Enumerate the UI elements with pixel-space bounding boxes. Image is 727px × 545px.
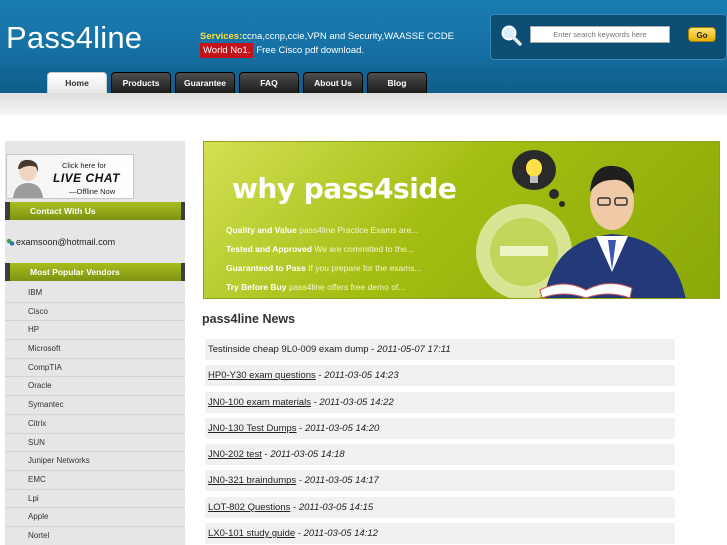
vendor-item[interactable]: Symantec bbox=[5, 396, 185, 415]
news-date: 2011-03-05 14:23 bbox=[324, 370, 399, 382]
news-date: 2011-03-05 14:22 bbox=[319, 396, 394, 408]
banner-line-heading: Guaranteed to Pass bbox=[226, 263, 306, 273]
live-chat-line1: Click here for bbox=[62, 161, 107, 170]
search-box: Go bbox=[490, 14, 727, 60]
services-label: Services: bbox=[200, 31, 243, 42]
live-chat-line2: LIVE CHAT bbox=[53, 171, 120, 185]
vendor-item[interactable]: Microsoft bbox=[5, 340, 185, 359]
services-text: ccna,ccnp,ccie,VPN and Security,WAASSE C… bbox=[242, 31, 454, 42]
banner-line: Quality and Value pass4line Practice Exa… bbox=[226, 225, 418, 235]
news-item: LOT-802 Questions - 2011-03-05 14:15 bbox=[205, 496, 675, 518]
tagline: World No1. Free Cisco pdf download. bbox=[200, 43, 364, 58]
email-text: examsoon@hotmail.com bbox=[16, 237, 116, 247]
news-title[interactable]: Testinside cheap 9L0-009 exam dump bbox=[208, 344, 369, 355]
news-item: HP0-Y30 exam questions - 2011-03-05 14:2… bbox=[205, 365, 675, 387]
go-button[interactable]: Go bbox=[688, 27, 716, 42]
vendor-item[interactable]: Nortel bbox=[5, 527, 185, 545]
news-heading: pass4line News bbox=[202, 312, 296, 326]
live-chat-status: —Offline Now bbox=[69, 187, 116, 196]
vendor-item[interactable]: HP bbox=[5, 321, 185, 341]
banner-line: Try Before Buy pass4line offers free dem… bbox=[226, 282, 405, 292]
news-list: Testinside cheap 9L0-009 exam dump - 201… bbox=[205, 339, 675, 545]
tab-blog[interactable]: Blog bbox=[367, 72, 427, 93]
main-nav: Home Products Guarantee FAQ About Us Blo… bbox=[47, 72, 431, 93]
news-link[interactable]: JN0-100 exam materials bbox=[208, 397, 311, 408]
vendor-item[interactable]: EMC bbox=[5, 471, 185, 490]
news-date: 2011-03-05 14:15 bbox=[298, 501, 374, 513]
news-link[interactable]: LX0-101 study guide bbox=[208, 528, 295, 539]
world-no1-badge: World No1. bbox=[200, 43, 254, 58]
news-link[interactable]: HP0-Y30 exam questions bbox=[208, 370, 316, 381]
tab-products[interactable]: Products bbox=[111, 72, 171, 93]
support-agent-icon bbox=[13, 159, 43, 198]
news-item: LX0-101 study guide - 2011-03-05 14:12 bbox=[205, 523, 675, 545]
news-date: 2011-03-05 14:20 bbox=[304, 422, 380, 434]
search-icon bbox=[501, 25, 522, 46]
news-date: 2011-05-07 17:11 bbox=[377, 344, 451, 355]
promo-banner[interactable]: why pass4side Quality and Value pass4lin… bbox=[203, 141, 720, 299]
header-band bbox=[0, 93, 727, 115]
banner-title: why pass4side bbox=[232, 172, 457, 205]
news-item: JN0-100 exam materials - 2011-03-05 14:2… bbox=[205, 391, 675, 413]
news-link[interactable]: JN0-202 test bbox=[208, 449, 262, 460]
vendor-item[interactable]: Apple bbox=[5, 508, 185, 527]
vendor-item[interactable]: Citrix bbox=[5, 415, 185, 434]
banner-line-text: If you prepare for the exams... bbox=[305, 263, 422, 273]
contact-heading: Contact With Us bbox=[5, 202, 185, 220]
news-link[interactable]: JN0-130 Test Dumps bbox=[208, 423, 297, 434]
banner-line-text: pass4line offers free demo of... bbox=[286, 282, 406, 292]
search-input[interactable] bbox=[530, 26, 670, 43]
vendor-item[interactable]: Cisco bbox=[5, 303, 185, 322]
sidebar: Click here for LIVE CHAT —Offline Now Co… bbox=[5, 141, 185, 545]
banner-line-heading: Try Before Buy bbox=[226, 282, 287, 292]
vendor-item[interactable]: CompTIA bbox=[5, 359, 185, 378]
live-chat-button[interactable]: Click here for LIVE CHAT —Offline Now bbox=[6, 154, 134, 199]
vendor-item[interactable]: Oracle bbox=[5, 377, 185, 397]
banner-line: Guaranteed to Pass If you prepare for th… bbox=[226, 263, 422, 273]
tagline-text: Free Cisco pdf download. bbox=[256, 45, 365, 56]
vendor-item[interactable]: Lpi bbox=[5, 490, 185, 509]
banner-line: Tested and Approved We are committed to … bbox=[226, 244, 414, 254]
tab-guarantee[interactable]: Guarantee bbox=[175, 72, 235, 93]
news-link[interactable]: JN0-321 braindumps bbox=[208, 475, 296, 486]
tab-home[interactable]: Home bbox=[47, 72, 107, 93]
news-date: 2011-03-05 14:17 bbox=[304, 475, 379, 487]
vendor-item[interactable]: Juniper Networks bbox=[5, 452, 185, 471]
site-header: Pass4line Services:ccna,ccnp,ccie,VPN an… bbox=[0, 0, 727, 93]
tab-faq[interactable]: FAQ bbox=[239, 72, 299, 93]
banner-line-text: We are committed to the... bbox=[311, 244, 414, 254]
msn-icon bbox=[6, 238, 15, 246]
site-logo[interactable]: Pass4line bbox=[6, 20, 142, 56]
vendors-heading: Most Popular Vendors bbox=[5, 263, 185, 281]
services-line: Services:ccna,ccnp,ccie,VPN and Security… bbox=[200, 31, 454, 42]
banner-line-heading: Quality and Value bbox=[226, 225, 297, 235]
news-link[interactable]: LOT-802 Questions bbox=[208, 502, 290, 513]
banner-line-heading: Tested and Approved bbox=[226, 244, 312, 254]
news-item: JN0-202 test - 2011-03-05 14:18 bbox=[205, 444, 675, 466]
vendor-list: IBM Cisco HP Microsoft CompTIA Oracle Sy… bbox=[5, 284, 185, 545]
news-item: JN0-321 braindumps - 2011-03-05 14:17 bbox=[205, 470, 675, 492]
news-date: 2011-03-05 14:18 bbox=[270, 449, 345, 461]
businessman-illustration bbox=[476, 150, 686, 298]
vendor-item[interactable]: IBM bbox=[5, 284, 185, 303]
news-item: JN0-130 Test Dumps - 2011-03-05 14:20 bbox=[205, 417, 675, 439]
tab-about-us[interactable]: About Us bbox=[303, 72, 363, 93]
news-item: Testinside cheap 9L0-009 exam dump - 201… bbox=[205, 339, 675, 360]
contact-email[interactable]: examsoon@hotmail.com bbox=[6, 237, 115, 247]
news-date: 2011-03-05 14:12 bbox=[303, 528, 378, 540]
banner-line-text: pass4line Practice Exams are... bbox=[296, 225, 419, 235]
vendor-item[interactable]: SUN bbox=[5, 434, 185, 453]
